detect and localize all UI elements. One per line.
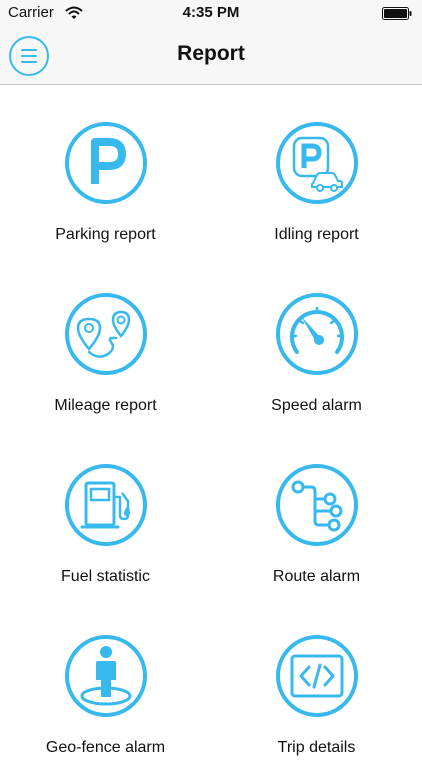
tile-trip-details[interactable]: Trip details [211, 598, 422, 769]
tile-label: Geo-fence alarm [45, 739, 166, 756]
fuel-pump-icon [64, 464, 147, 546]
tile-label: Speed alarm [271, 397, 362, 414]
tile-fuel-statistic[interactable]: Fuel statistic [0, 427, 211, 598]
tile-speed-alarm[interactable]: Speed alarm [211, 256, 422, 427]
tile-geo-fence-alarm[interactable]: Geo-fence alarm [0, 598, 211, 769]
idling-car-icon [275, 122, 358, 204]
person-geofence-icon [64, 635, 147, 717]
route-pins-icon [64, 293, 147, 375]
status-bar: Carrier 4:35 PM [0, 0, 422, 28]
code-brackets-icon [275, 635, 358, 717]
tile-label: Route alarm [272, 568, 361, 585]
nav-bar: Report [0, 28, 422, 85]
clock-time: 4:35 PM [182, 4, 240, 21]
tile-mileage-report[interactable]: Mileage report [0, 256, 211, 427]
battery-icon [382, 7, 412, 20]
route-nodes-icon [275, 464, 358, 546]
speedometer-icon [275, 293, 358, 375]
tile-idling-report[interactable]: Idling report [211, 85, 422, 256]
parking-icon [64, 122, 147, 204]
tile-label: Idling report [274, 226, 359, 243]
tile-parking-report[interactable]: Parking report [0, 85, 211, 256]
tile-label: Trip details [277, 739, 356, 756]
tile-label: Fuel statistic [61, 568, 150, 585]
page-title: Report [177, 42, 245, 65]
tile-label: Mileage report [54, 397, 157, 414]
tile-route-alarm[interactable]: Route alarm [211, 427, 422, 598]
tile-label: Parking report [55, 226, 156, 243]
